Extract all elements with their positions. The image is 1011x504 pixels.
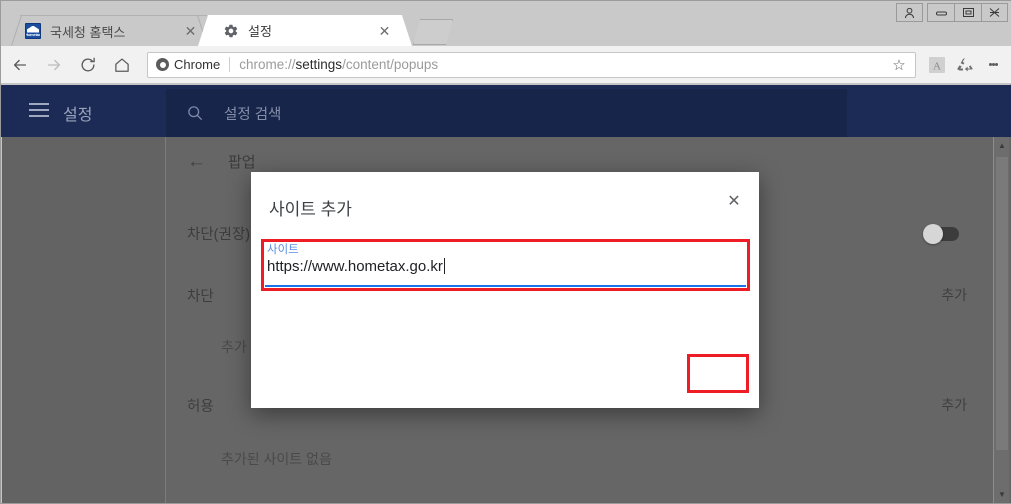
home-button[interactable]: [107, 50, 137, 80]
window-button-group: [927, 3, 1008, 22]
hamburger-line: [29, 115, 49, 117]
back-button[interactable]: [5, 50, 35, 80]
chip-label: Chrome: [174, 57, 221, 72]
three-dot-menu-icon[interactable]: [980, 52, 1006, 78]
url-suffix: /content/popups: [342, 57, 439, 72]
chip-separator: [229, 57, 231, 72]
search-placeholder: 설정 검색: [224, 106, 282, 123]
close-button[interactable]: [981, 3, 1008, 22]
settings-sidebar: [2, 137, 166, 503]
blocked-recommended-label: 차단(권장): [187, 227, 251, 243]
bookmark-star-icon[interactable]: ☆: [887, 53, 911, 77]
toggle-knob: [923, 224, 943, 244]
forward-button: [39, 50, 69, 80]
new-tab-button[interactable]: [413, 19, 453, 45]
tab-strip: Hometax 국세청 홈택스 ✕ 설정 ✕: [1, 1, 1011, 46]
search-icon: [186, 104, 204, 122]
maximize-button[interactable]: [954, 3, 981, 22]
profile-button[interactable]: [896, 3, 923, 22]
hometax-favicon-word: Hometax: [25, 32, 41, 37]
reload-button[interactable]: [73, 50, 103, 80]
allow-empty-label: 추가된 사이트 없음: [221, 451, 332, 467]
hamburger-line: [29, 109, 49, 111]
hamburger-icon[interactable]: [29, 103, 49, 119]
popups-heading: 팝업: [228, 154, 256, 171]
menu-dot: [994, 63, 998, 66]
scroll-up-arrow-icon[interactable]: ▲: [994, 137, 1010, 154]
browser-tab-settings[interactable]: 설정 ✕: [209, 15, 401, 46]
recycle-icon[interactable]: [952, 52, 978, 78]
popups-toggle[interactable]: [923, 224, 959, 244]
vertical-scrollbar[interactable]: ▲ ▼: [993, 137, 1009, 503]
url-text: chrome://settings/content/popups: [239, 57, 438, 72]
allow-add-button[interactable]: 추가: [941, 395, 967, 415]
gear-icon: [223, 23, 239, 39]
minimize-button[interactable]: [927, 3, 954, 22]
chrome-icon: [156, 58, 169, 71]
back-arrow-icon[interactable]: ←: [187, 152, 206, 171]
browser-toolbar: Chrome chrome://settings/content/popups …: [1, 46, 1011, 84]
site-field-label: 사이트: [267, 244, 299, 256]
blocked-empty-label: 추가: [221, 339, 247, 355]
adobe-pdf-icon[interactable]: A: [924, 52, 950, 78]
close-icon[interactable]: ✕: [719, 186, 749, 216]
tab-title-settings: 설정: [248, 24, 272, 39]
window-controls: [896, 3, 1008, 22]
tab-title-hometax: 국세청 홈택스: [50, 24, 126, 40]
browser-window: Hometax 국세청 홈택스 ✕ 설정 ✕ Chrome chrome://s…: [0, 0, 1011, 504]
field-focus-underline: [265, 285, 746, 287]
popups-back-row[interactable]: ← 팝업: [187, 151, 256, 172]
url-bold: settings: [295, 57, 343, 72]
svg-text:A: A: [933, 60, 941, 72]
scroll-down-arrow-icon[interactable]: ▼: [994, 486, 1010, 503]
site-input-field[interactable]: 사이트 https://www.hometax.go.kr: [262, 239, 749, 289]
hamburger-line: [29, 103, 49, 105]
text-caret: [443, 258, 445, 274]
url-prefix: chrome://: [239, 57, 296, 72]
browser-tab-hometax[interactable]: Hometax 국세청 홈택스 ✕: [11, 15, 207, 46]
scrollbar-thumb[interactable]: [996, 157, 1008, 450]
blocked-add-button[interactable]: 추가: [941, 285, 967, 305]
blocked-section-label: 차단: [187, 289, 214, 305]
site-identity-chip[interactable]: Chrome: [156, 57, 220, 72]
tab-close-icon[interactable]: ✕: [182, 23, 199, 40]
settings-search-input[interactable]: 설정 검색: [166, 89, 847, 137]
allow-section-label: 허용: [187, 399, 214, 415]
tab-close-icon[interactable]: ✕: [376, 22, 393, 39]
add-site-dialog: 사이트 추가 ✕ 사이트 https://www.hometax.go.kr 취…: [251, 172, 759, 408]
hometax-favicon-icon: Hometax: [25, 23, 41, 39]
dialog-title: 사이트 추가: [269, 200, 352, 219]
site-field-value: https://www.hometax.go.kr: [267, 258, 445, 275]
page-title: 설정: [63, 107, 93, 124]
address-bar[interactable]: Chrome chrome://settings/content/popups …: [147, 51, 916, 78]
site-field-text: https://www.hometax.go.kr: [267, 258, 443, 275]
